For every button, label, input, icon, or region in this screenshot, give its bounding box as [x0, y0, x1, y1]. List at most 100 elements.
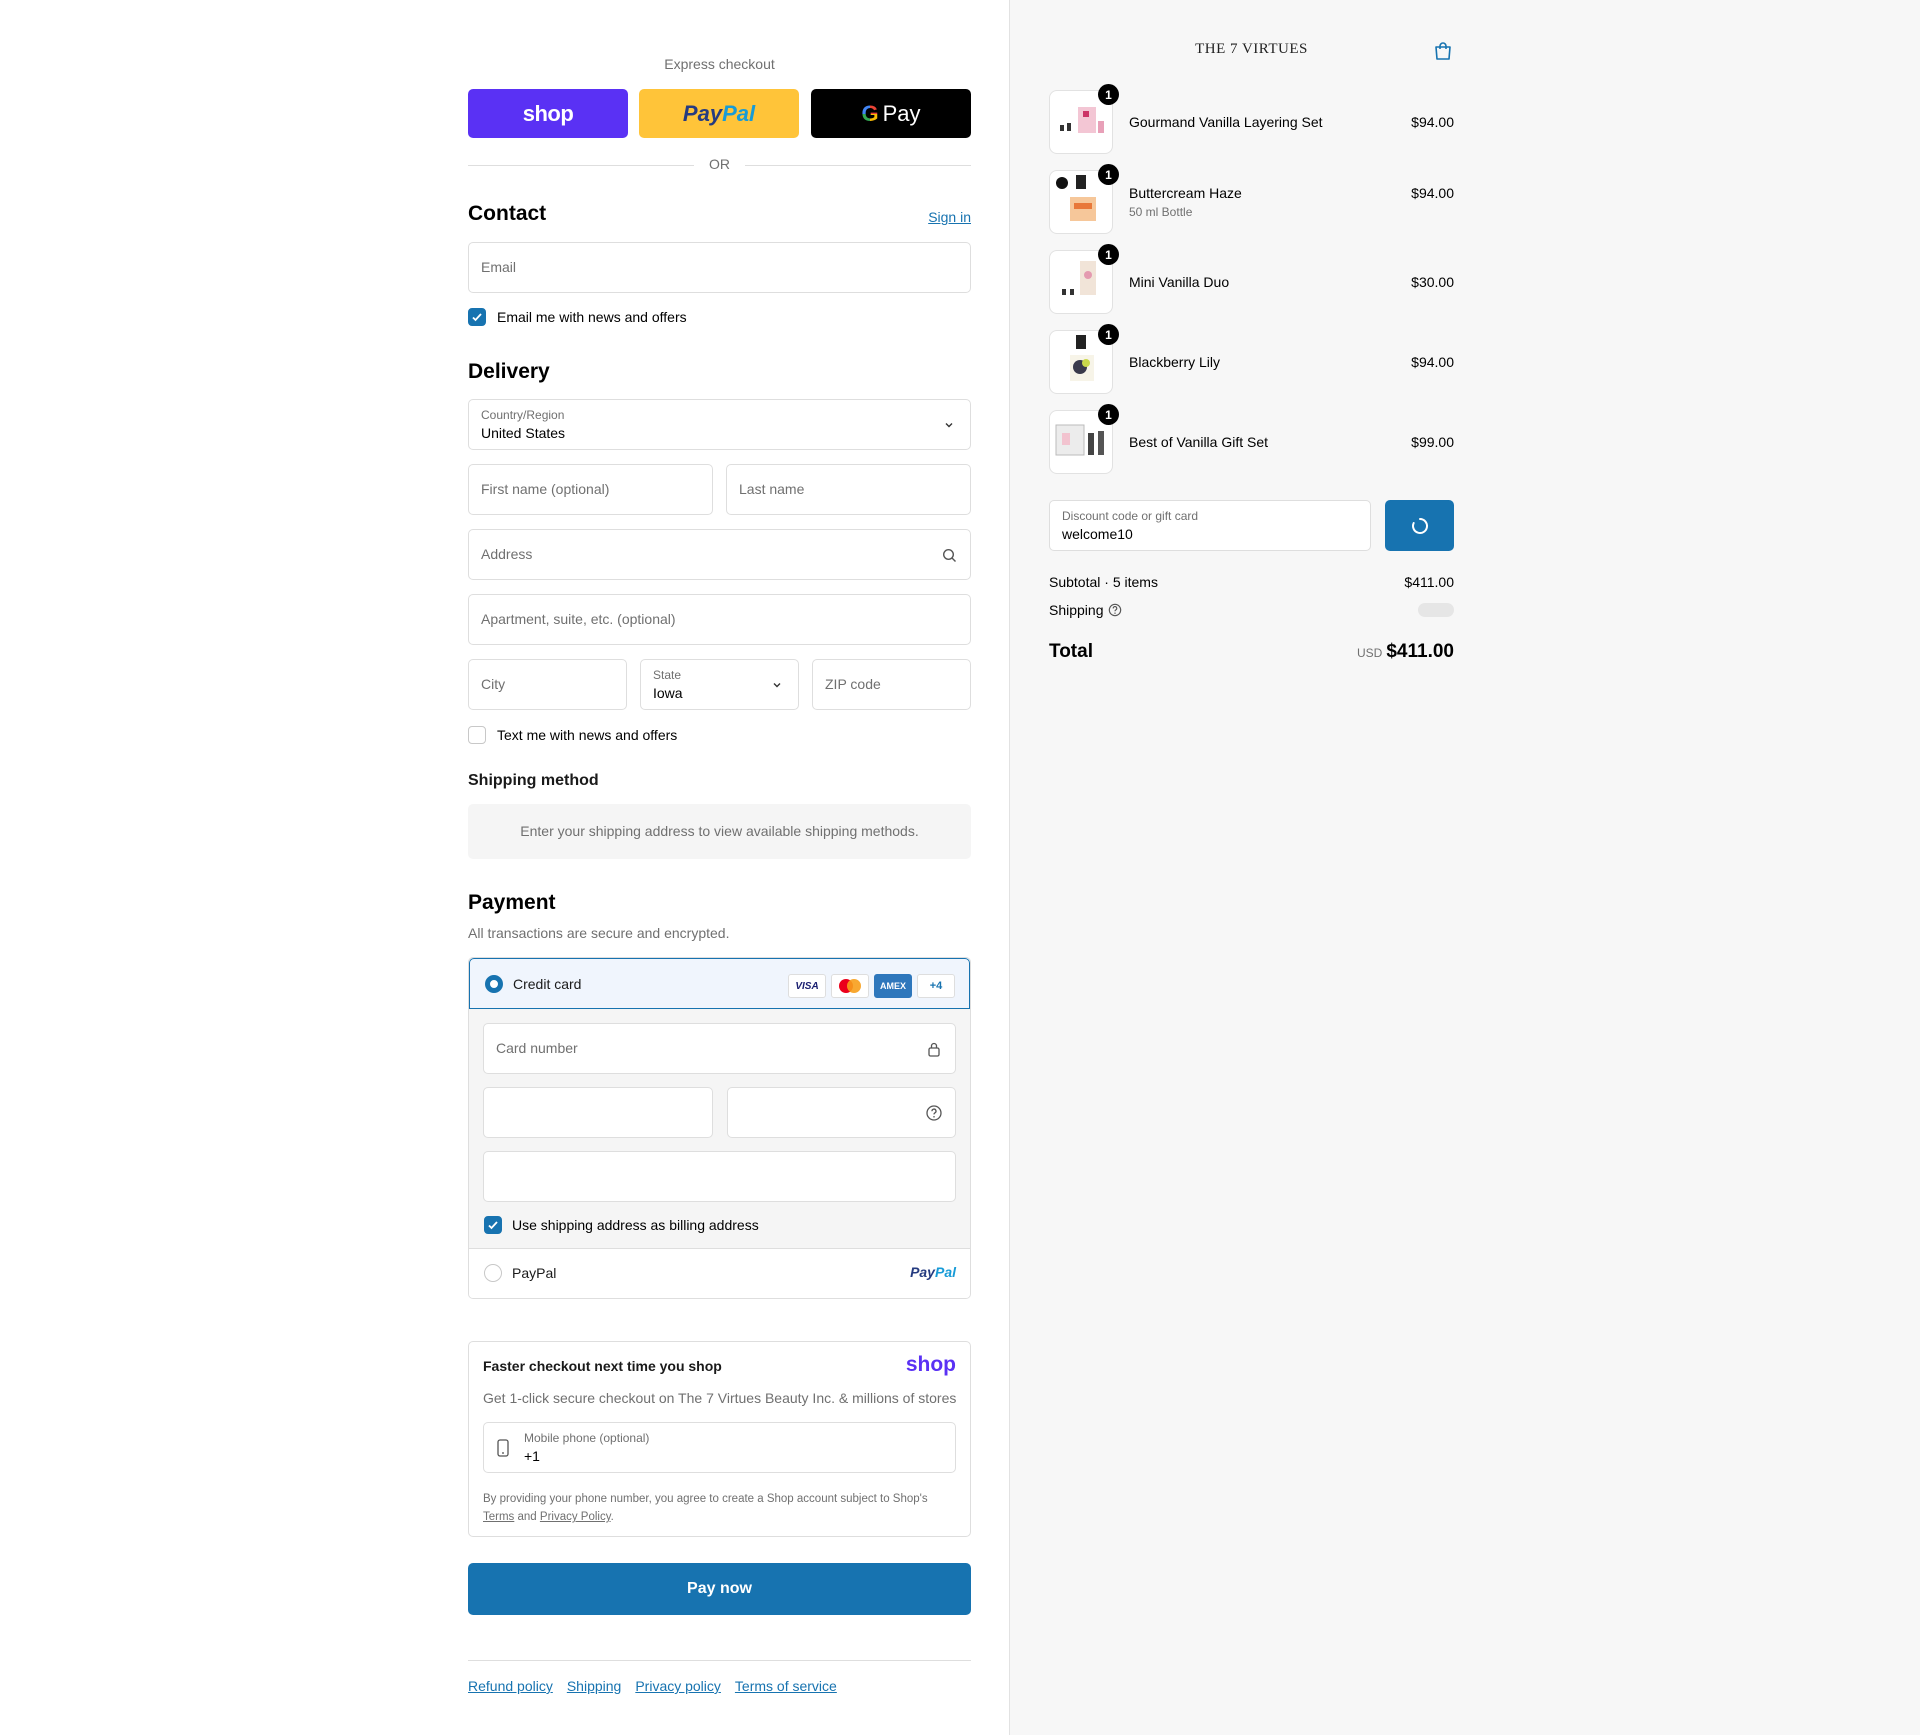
item-price: $94.00 — [1411, 354, 1454, 370]
expiration-field[interactable] — [483, 1087, 713, 1138]
paypal-logo: PayPal — [682, 100, 756, 126]
country-select[interactable]: Country/Region United States — [468, 399, 971, 450]
line-item: 1 Buttercream Haze 50 ml Bottle $94.00 — [1049, 164, 1454, 236]
help-icon[interactable] — [1108, 603, 1122, 620]
email-field[interactable]: Email — [468, 242, 971, 293]
quantity-badge: 1 — [1098, 324, 1119, 345]
shipping-loading-placeholder — [1418, 603, 1454, 617]
city-placeholder: City — [481, 676, 506, 692]
state-label: State — [653, 668, 682, 682]
help-icon[interactable] — [925, 1104, 943, 1122]
name-on-card-field[interactable] — [483, 1151, 956, 1202]
shipping-row: Shipping — [1049, 602, 1454, 618]
currency-code: USD — [1357, 646, 1383, 660]
refund-policy-link[interactable]: Refund policy — [468, 1678, 553, 1694]
total-value: $411.00 — [1386, 641, 1454, 662]
terms-link[interactable]: Terms — [483, 1511, 514, 1523]
card-number-field[interactable]: Card number — [483, 1023, 956, 1074]
item-name: Best of Vanilla Gift Set — [1129, 434, 1269, 450]
discount-code-field[interactable]: Discount code or gift card welcome10 — [1049, 500, 1371, 551]
product-thumbnail: 1 — [1049, 84, 1119, 154]
phone-icon — [497, 1439, 509, 1460]
first-name-field[interactable]: First name (optional) — [468, 464, 713, 515]
faster-description: Get 1-click secure checkout on The 7 Vir… — [483, 1390, 957, 1406]
total-label: Total — [1049, 641, 1093, 662]
shop-pay-button[interactable]: shop — [468, 89, 628, 138]
paypal-option[interactable]: PayPal PayPal — [469, 1249, 970, 1298]
payment-heading: Payment — [468, 891, 556, 914]
more-cards-badge: +4 — [917, 974, 955, 998]
quantity-badge: 1 — [1098, 164, 1119, 185]
shipping-method-heading: Shipping method — [468, 772, 599, 789]
contact-heading: Contact — [468, 202, 547, 225]
last-name-field[interactable]: Last name — [726, 464, 971, 515]
text-offers-label: Text me with news and offers — [497, 727, 678, 743]
phone-value: +1 — [524, 1448, 540, 1464]
shipping-method-message: Enter your shipping address to view avai… — [468, 804, 971, 859]
credit-card-option[interactable]: Credit card VISA AMEX +4 — [469, 958, 970, 1009]
shopping-bag-icon[interactable] — [1432, 40, 1454, 62]
text-offers-checkbox[interactable] — [468, 726, 486, 744]
security-code-field[interactable] — [727, 1087, 956, 1138]
faster-heading: Faster checkout next time you shop — [483, 1358, 722, 1374]
zip-field[interactable]: ZIP code — [812, 659, 971, 710]
checkout-form: Express checkout shop PayPal G Pay OR Co… — [468, 0, 971, 1735]
billing-same-checkbox[interactable] — [484, 1216, 502, 1234]
city-field[interactable]: City — [468, 659, 627, 710]
phone-label: Mobile phone (optional) — [524, 1431, 650, 1445]
paypal-express-button[interactable]: PayPal — [639, 89, 799, 138]
privacy-policy-link[interactable]: Privacy policy — [635, 1678, 721, 1694]
item-price: $99.00 — [1411, 434, 1454, 450]
product-thumbnail: 1 — [1049, 164, 1119, 234]
terms-of-service-link[interactable]: Terms of service — [735, 1678, 837, 1694]
country-value: United States — [481, 425, 566, 441]
credit-card-radio[interactable] — [485, 975, 503, 993]
quantity-badge: 1 — [1098, 84, 1119, 105]
sign-in-link[interactable]: Sign in — [928, 209, 971, 225]
order-summary-content: THE 7 VIRTUES 1 Gourmand Vanilla Layerin… — [1049, 0, 1454, 700]
mobile-phone-field[interactable]: Mobile phone (optional) +1 — [483, 1422, 956, 1473]
shop-pay-label: shop — [522, 100, 574, 126]
google-pay-button[interactable]: G Pay — [811, 89, 971, 138]
line-item: 1 Gourmand Vanilla Layering Set $94.00 — [1049, 84, 1454, 156]
line-item: 1 Mini Vanilla Duo $30.00 — [1049, 244, 1454, 316]
payment-methods: Credit card VISA AMEX +4 Card number Use… — [468, 957, 971, 1299]
google-pay-label: Pay — [882, 100, 921, 126]
item-price: $30.00 — [1411, 274, 1454, 290]
subtotal-row: Subtotal · 5 items $411.00 — [1049, 574, 1454, 590]
address-field[interactable]: Address — [468, 529, 971, 580]
first-name-placeholder: First name (optional) — [481, 481, 610, 497]
chevron-down-icon — [768, 676, 786, 694]
apartment-field[interactable]: Apartment, suite, etc. (optional) — [468, 594, 971, 645]
paypal-label: PayPal — [512, 1265, 557, 1281]
pay-now-button[interactable]: Pay now — [468, 1563, 971, 1615]
google-g-icon: G — [861, 100, 879, 126]
quantity-badge: 1 — [1098, 244, 1119, 265]
lock-icon — [925, 1040, 943, 1058]
item-name: Blackberry Lily — [1129, 354, 1221, 370]
mastercard-icon — [831, 974, 869, 998]
paypal-logo: PayPal — [910, 1264, 956, 1280]
shop-faster-checkout: Faster checkout next time you shop shop … — [468, 1341, 971, 1537]
footer-divider — [468, 1660, 971, 1661]
paypal-radio[interactable] — [484, 1264, 502, 1282]
email-offers-checkbox[interactable] — [468, 308, 486, 326]
privacy-policy-link[interactable]: Privacy Policy — [540, 1511, 611, 1523]
product-thumbnail: 1 — [1049, 244, 1119, 314]
shop-legal-text: By providing your phone number, you agre… — [483, 1493, 928, 1523]
email-placeholder: Email — [481, 259, 517, 275]
item-name: Gourmand Vanilla Layering Set — [1129, 114, 1323, 130]
item-variant: 50 ml Bottle — [1129, 205, 1193, 219]
subtotal-label: Subtotal · 5 items — [1049, 574, 1158, 590]
shipping-policy-link[interactable]: Shipping — [567, 1678, 622, 1694]
credit-card-label: Credit card — [513, 976, 582, 992]
search-icon — [940, 546, 958, 564]
last-name-placeholder: Last name — [739, 481, 805, 497]
state-value: Iowa — [653, 685, 683, 701]
address-placeholder: Address — [481, 546, 533, 562]
credit-card-form: Card number Use shipping address as bill… — [469, 1009, 970, 1249]
apply-discount-button[interactable] — [1385, 500, 1454, 551]
state-select[interactable]: State Iowa — [640, 659, 799, 710]
brand-logo[interactable]: THE 7 VIRTUES — [1049, 41, 1454, 58]
loading-spinner-icon — [1411, 517, 1428, 534]
